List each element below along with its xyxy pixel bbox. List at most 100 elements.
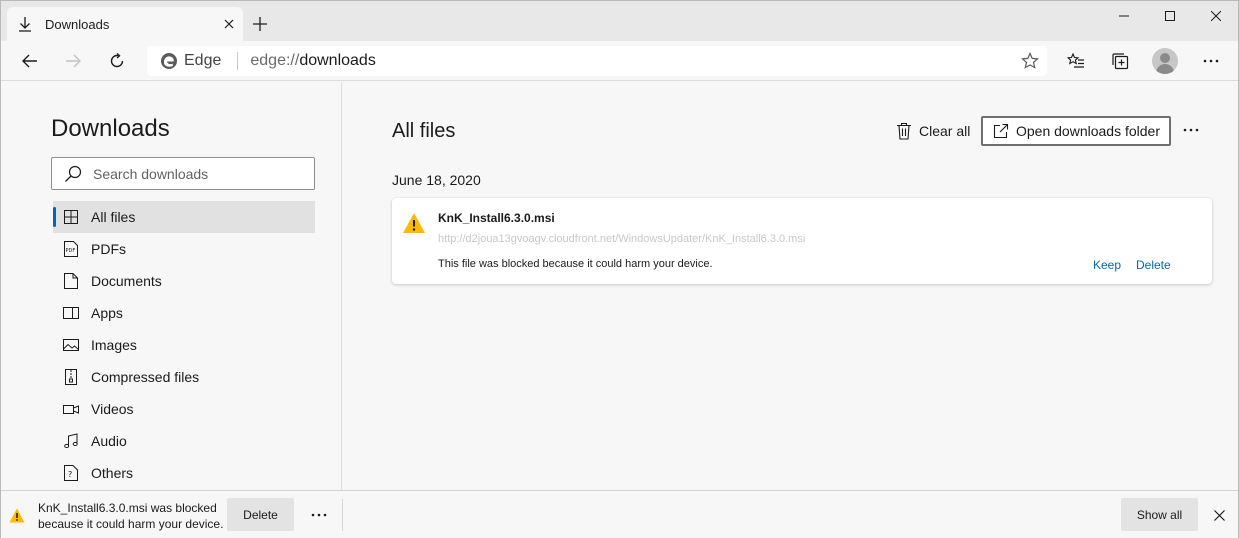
avatar-body xyxy=(1156,64,1174,74)
close-icon xyxy=(1211,11,1221,21)
download-filename[interactable]: KnK_Install6.3.0.msi xyxy=(438,211,555,225)
shelf-message-line2: because it could harm your device. xyxy=(38,517,224,531)
collections-icon xyxy=(1112,53,1129,70)
maximize-icon xyxy=(1165,11,1175,21)
sidebar-item-pdfs[interactable]: PDF PDFs xyxy=(53,233,315,265)
sidebar-item-videos[interactable]: Videos xyxy=(53,393,315,425)
sidebar-item-images[interactable]: Images xyxy=(53,329,315,361)
sidebar-item-apps[interactable]: Apps xyxy=(53,297,315,329)
shelf-close-button[interactable] xyxy=(1207,503,1231,527)
shelf-delete-button[interactable]: Delete xyxy=(227,498,294,531)
back-button[interactable] xyxy=(14,45,46,77)
sidebar-item-all-files[interactable]: All files xyxy=(53,201,315,233)
trash-icon xyxy=(897,122,911,140)
warning-icon xyxy=(9,508,25,523)
sidebar-item-label: Videos xyxy=(91,401,134,417)
delete-link[interactable]: Delete xyxy=(1136,258,1171,272)
tab-downloads[interactable]: Downloads xyxy=(7,7,243,41)
sidebar-title: Downloads xyxy=(51,115,170,142)
shelf-more-button[interactable] xyxy=(307,503,331,527)
image-icon xyxy=(62,336,80,354)
video-icon xyxy=(62,400,80,418)
sidebar-item-label: Images xyxy=(91,337,137,353)
tab-title: Downloads xyxy=(45,16,110,32)
maximize-button[interactable] xyxy=(1147,1,1193,31)
zip-icon xyxy=(62,368,80,386)
pdf-icon: PDF xyxy=(62,240,80,258)
download-source-url[interactable]: http://d2joua13gvoagv.cloudfront.net/Win… xyxy=(438,233,805,245)
page-title: All files xyxy=(392,120,456,142)
date-group-heading: June 18, 2020 xyxy=(392,172,481,188)
sidebar-item-others[interactable]: ? Others xyxy=(53,457,315,489)
search-box[interactable] xyxy=(51,157,315,190)
sidebar-item-compressed-files[interactable]: Compressed files xyxy=(53,361,315,393)
download-icon xyxy=(17,16,33,32)
warning-icon xyxy=(403,213,425,233)
shelf-message-line1: KnK_Install6.3.0.msi was blocked xyxy=(38,501,217,515)
forward-button[interactable] xyxy=(57,45,89,77)
category-list: All files PDF PDFs Documents Apps Images… xyxy=(53,201,315,489)
collections-button[interactable] xyxy=(1104,45,1136,77)
svg-text:PDF: PDF xyxy=(66,248,76,254)
sidebar-item-label: Apps xyxy=(91,305,123,321)
avatar-head xyxy=(1160,53,1170,63)
sidebar-item-label: Audio xyxy=(91,433,127,449)
star-icon[interactable] xyxy=(1021,52,1039,70)
document-icon xyxy=(62,272,80,290)
refresh-button[interactable] xyxy=(101,45,133,77)
favorites-list-icon xyxy=(1067,53,1084,68)
search-icon xyxy=(65,165,82,182)
tab-close-icon[interactable] xyxy=(219,14,239,34)
toolbar: Edge edge://downloads xyxy=(1,41,1238,81)
shelf-message: KnK_Install6.3.0.msi was blocked because… xyxy=(38,500,228,532)
refresh-icon xyxy=(110,53,124,68)
sidebar-item-label: Others xyxy=(91,465,134,481)
keep-link[interactable]: Keep xyxy=(1093,258,1121,272)
ellipsis-icon xyxy=(311,513,327,517)
download-blocked-message: This file was blocked because it could h… xyxy=(438,258,713,270)
app-icon xyxy=(62,304,80,322)
shelf-divider xyxy=(342,499,343,531)
edge-label: Edge xyxy=(184,52,222,69)
open-downloads-folder-button[interactable]: Open downloads folder xyxy=(981,116,1171,146)
ellipsis-icon xyxy=(1203,59,1219,63)
minimize-icon xyxy=(1119,15,1129,17)
svg-text:?: ? xyxy=(68,470,72,479)
unknown-file-icon: ? xyxy=(62,464,80,482)
forward-arrow-icon xyxy=(66,54,81,68)
sidebar-item-label: PDFs xyxy=(91,241,126,257)
downloads-sidebar: Downloads All files PDF PDFs xyxy=(1,82,342,490)
search-input[interactable] xyxy=(93,165,293,182)
browser-window: Downloads Edge edge://downloads Download… xyxy=(0,0,1239,538)
edge-logo-icon xyxy=(161,53,177,69)
clear-all-button[interactable]: Clear all xyxy=(896,120,970,142)
grid-icon xyxy=(62,208,80,226)
clear-all-label: Clear all xyxy=(919,123,971,139)
minimize-button[interactable] xyxy=(1101,1,1147,31)
sidebar-item-label: All files xyxy=(91,209,136,225)
sidebar-item-documents[interactable]: Documents xyxy=(53,265,315,297)
close-icon xyxy=(1213,509,1225,521)
open-folder-label: Open downloads folder xyxy=(1016,123,1160,139)
sidebar-item-audio[interactable]: Audio xyxy=(53,425,315,457)
sidebar-item-label: Documents xyxy=(91,273,162,289)
ellipsis-icon xyxy=(1183,128,1199,132)
close-window-button[interactable] xyxy=(1193,1,1239,31)
show-all-button[interactable]: Show all xyxy=(1121,498,1198,531)
profile-avatar[interactable] xyxy=(1152,48,1178,74)
music-icon xyxy=(62,432,80,450)
download-shelf: KnK_Install6.3.0.msi was blocked because… xyxy=(1,490,1238,538)
favorites-button[interactable] xyxy=(1060,45,1092,77)
url-text[interactable]: edge://downloads xyxy=(250,52,375,70)
address-separator xyxy=(237,52,239,70)
open-external-icon xyxy=(993,123,1009,139)
sidebar-item-label: Compressed files xyxy=(91,369,200,385)
downloads-main: All files Clear all Open downloads folde… xyxy=(343,82,1238,490)
download-item-card: KnK_Install6.3.0.msi http://d2joua13gvoa… xyxy=(392,198,1212,284)
back-arrow-icon xyxy=(22,54,37,68)
address-bar[interactable]: Edge edge://downloads xyxy=(147,46,1047,76)
tab-strip: Downloads xyxy=(1,1,1238,41)
new-tab-button[interactable] xyxy=(249,13,271,35)
more-options-button[interactable] xyxy=(1179,118,1203,142)
settings-more-button[interactable] xyxy=(1195,45,1227,77)
